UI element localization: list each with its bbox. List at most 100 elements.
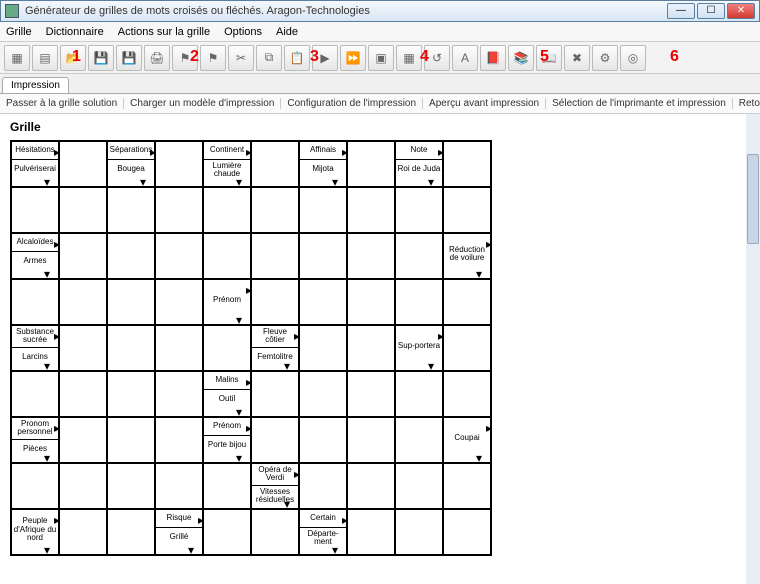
grid-cell[interactable]: ↳ <box>11 463 59 509</box>
box2-icon[interactable]: ▦ <box>396 45 422 71</box>
saveas-icon[interactable]: 💾 <box>116 45 142 71</box>
grid-cell[interactable] <box>155 233 203 279</box>
grid-cell[interactable] <box>347 509 395 555</box>
grid-cell[interactable] <box>299 325 347 371</box>
menu-aide[interactable]: Aide <box>276 26 298 38</box>
grid-cell[interactable] <box>155 463 203 509</box>
grid-cell[interactable] <box>347 463 395 509</box>
book1-icon[interactable]: 📕 <box>480 45 506 71</box>
grid-cell[interactable] <box>107 325 155 371</box>
grid-cell[interactable] <box>59 371 107 417</box>
grid-cell[interactable] <box>443 371 491 417</box>
grid-cell[interactable]: MalinsOutil▸▾ <box>203 371 251 417</box>
grid-cell[interactable]: Sup-portera▸▾ <box>395 325 443 371</box>
grid-cell[interactable]: Réduction de voilure▸▾ <box>443 233 491 279</box>
grid-cell[interactable] <box>107 509 155 555</box>
grid-cell[interactable]: ContinentLumière chaude▸▾ <box>203 141 251 187</box>
grid-cell[interactable] <box>59 279 107 325</box>
grid-cell[interactable] <box>395 509 443 555</box>
grid-cell[interactable]: NoteRoi de Juda▸▾ <box>395 141 443 187</box>
grid-cell[interactable] <box>251 187 299 233</box>
scroll-thumb[interactable] <box>747 154 759 244</box>
grid-cell[interactable]: Prénom▸▾ <box>203 279 251 325</box>
grid-cell[interactable] <box>443 141 491 187</box>
maximize-button[interactable]: ☐ <box>697 3 725 19</box>
grid-cell[interactable] <box>395 463 443 509</box>
grid-cell[interactable] <box>59 141 107 187</box>
grid-cell[interactable] <box>251 233 299 279</box>
grid-cell[interactable]: PrénomPorte bijou▸▾ <box>203 417 251 463</box>
new-grid-icon[interactable]: ▦ <box>4 45 30 71</box>
menu-options[interactable]: Options <box>224 26 262 38</box>
grid-cell[interactable] <box>395 233 443 279</box>
grid-cell[interactable] <box>107 187 155 233</box>
grid-cell[interactable] <box>251 279 299 325</box>
grid-cell[interactable] <box>299 187 347 233</box>
vertical-scrollbar[interactable] <box>746 114 760 584</box>
grid-cell[interactable] <box>155 141 203 187</box>
box1-icon[interactable]: ▣ <box>368 45 394 71</box>
grid-cell[interactable] <box>299 463 347 509</box>
grid-cell[interactable]: ↳ <box>11 187 59 233</box>
minimize-button[interactable]: — <box>667 3 695 19</box>
grid-cell[interactable] <box>107 417 155 463</box>
grid-cell[interactable] <box>203 325 251 371</box>
grid-cell[interactable]: Opéra de VerdiVitesses résiduelles▸▾ <box>251 463 299 509</box>
grid-cell[interactable] <box>347 187 395 233</box>
grid-cell[interactable]: Substance sucréeLarcins▸▾ <box>11 325 59 371</box>
grid-cell[interactable]: Peuple d'Afrique du nord▸▾ <box>11 509 59 555</box>
grid-cell[interactable] <box>299 233 347 279</box>
grid-cell[interactable]: CertainDéparte-ment▸▾ <box>299 509 347 555</box>
grid-cell[interactable] <box>155 279 203 325</box>
link-solution[interactable]: Passer à la grille solution <box>0 98 124 109</box>
link-retour[interactable]: Retour à la grille <box>733 98 760 109</box>
link-apercu[interactable]: Aperçu avant impression <box>423 98 546 109</box>
grid-cell[interactable] <box>347 233 395 279</box>
grid-cell[interactable] <box>347 141 395 187</box>
copy-icon[interactable]: ⧉ <box>256 45 282 71</box>
grid-cell[interactable] <box>203 463 251 509</box>
grid-cell[interactable] <box>107 371 155 417</box>
grid-cell[interactable]: AlcaloïdesArmes▸▾ <box>11 233 59 279</box>
fast-icon[interactable]: ⏩ <box>340 45 366 71</box>
grid-cell[interactable] <box>395 417 443 463</box>
tab-impression[interactable]: Impression <box>2 77 69 93</box>
grid-cell[interactable] <box>347 279 395 325</box>
grid-cell[interactable] <box>107 279 155 325</box>
grid-cell[interactable] <box>203 509 251 555</box>
grid-cell[interactable] <box>299 371 347 417</box>
menu-dictionnaire[interactable]: Dictionnaire <box>46 26 104 38</box>
grid-cell[interactable] <box>59 325 107 371</box>
grid-cell[interactable] <box>59 463 107 509</box>
save-icon[interactable]: 💾 <box>88 45 114 71</box>
grid-cell[interactable] <box>203 233 251 279</box>
print-icon[interactable]: 🖨 <box>144 45 170 71</box>
grid-cell[interactable] <box>107 463 155 509</box>
grid-cell[interactable]: ↳ <box>11 279 59 325</box>
menu-grille[interactable]: Grille <box>6 26 32 38</box>
grid-cell[interactable] <box>395 279 443 325</box>
grid-cell[interactable] <box>251 417 299 463</box>
tool-icon[interactable]: ✖ <box>564 45 590 71</box>
grid-cell[interactable]: SéparationsBougea▸▾ <box>107 141 155 187</box>
paste-icon[interactable]: 📋 <box>284 45 310 71</box>
flag2-icon[interactable]: ⚑ <box>200 45 226 71</box>
grid-cell[interactable]: RisqueGrillé▸▾ <box>155 509 203 555</box>
grid-cell[interactable]: ↳ <box>11 371 59 417</box>
grid-cell[interactable] <box>443 509 491 555</box>
grid-icon[interactable]: ▤ <box>32 45 58 71</box>
menu-actions[interactable]: Actions sur la grille <box>118 26 210 38</box>
grid-cell[interactable] <box>203 187 251 233</box>
grid-cell[interactable] <box>251 509 299 555</box>
grid-cell[interactable] <box>59 233 107 279</box>
grid-cell[interactable] <box>395 187 443 233</box>
grid-cell[interactable] <box>107 233 155 279</box>
grid-cell[interactable] <box>155 371 203 417</box>
grid-cell[interactable] <box>347 325 395 371</box>
grid-cell[interactable] <box>59 187 107 233</box>
grid-cell[interactable]: Fleuve côtierFemtolitre▸▾ <box>251 325 299 371</box>
grid-cell[interactable] <box>347 417 395 463</box>
cut-icon[interactable]: ✂ <box>228 45 254 71</box>
grid-cell[interactable]: Coupai▸▾ <box>443 417 491 463</box>
grid-cell[interactable] <box>443 325 491 371</box>
